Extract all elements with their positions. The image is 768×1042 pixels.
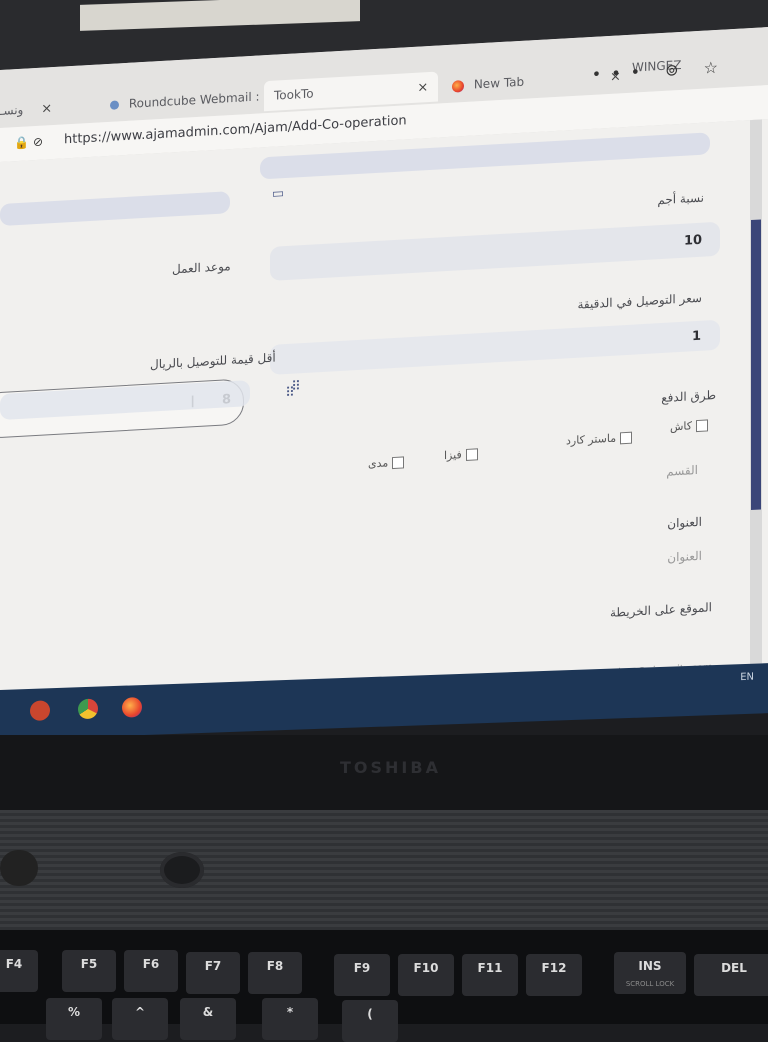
keyboard: F4 F5 F6 F7 F8 F9 F10 F11 F12 INS SCROLL… [0, 930, 768, 1042]
option-label: مدى [368, 456, 389, 471]
option-label: فيزا [444, 448, 462, 463]
commission-value: 10 [684, 232, 703, 249]
option-label: كاش [670, 419, 693, 434]
firefox-icon [452, 79, 464, 93]
keypad-icon[interactable]: ⠿ [286, 377, 306, 398]
price-per-minute-input[interactable] [270, 319, 720, 375]
key-f9: F9 [334, 954, 390, 996]
lock-icon: 🔒⊘ [14, 134, 47, 151]
key-del: DEL [694, 954, 768, 996]
key-paren: ( [342, 1000, 398, 1042]
payment-option-mada[interactable]: مدى [368, 455, 405, 471]
section-select[interactable]: القسم [666, 463, 698, 479]
chrome-icon[interactable] [78, 698, 98, 720]
key-f11: F11 [462, 954, 518, 996]
page-menu-icon[interactable]: ••• [592, 62, 650, 84]
language-indicator[interactable]: EN [740, 672, 754, 683]
key-label: INS [638, 959, 662, 973]
window-glare [80, 0, 360, 31]
bookmark-star-icon[interactable]: ☆ [704, 57, 728, 77]
tab-label: ونسـ [0, 102, 24, 118]
roundcube-favicon-icon [110, 100, 119, 110]
close-icon[interactable]: × [41, 101, 52, 117]
form-page: ▭ نسبة أجم 10 موعد العمل I 8 ⠿ سعر التوص… [0, 119, 768, 740]
key-f8: F8 [248, 952, 302, 994]
option-label: ماستر كارد [566, 431, 617, 448]
key-f5: F5 [62, 950, 116, 992]
key-caret: ^ [112, 998, 168, 1040]
tab-label: TookTo [274, 86, 314, 103]
payment-option-mastercard[interactable]: ماستر كارد [566, 431, 633, 448]
checkbox[interactable] [465, 448, 478, 461]
address-input[interactable]: العنوان [667, 549, 702, 565]
speaker-grille [0, 850, 38, 886]
key-ampersand: & [180, 998, 236, 1040]
checkbox[interactable] [392, 456, 405, 470]
pocket-icon[interactable]: ⊚ [665, 60, 688, 80]
scrollbar-thumb[interactable] [751, 219, 761, 511]
checkbox[interactable] [696, 419, 709, 433]
min-delivery-label: أقل قيمة للتوصيل بالريال [150, 350, 276, 372]
key-asterisk: * [262, 998, 318, 1040]
price-per-minute-label: سعر التوصيل في الدقيقة [577, 290, 702, 312]
close-icon[interactable]: × [417, 80, 428, 96]
calendar-icon[interactable]: ▭ [268, 184, 288, 205]
key-f12: F12 [526, 954, 582, 996]
payment-option-visa[interactable]: فيزا [444, 447, 478, 462]
laptop-deck [0, 810, 768, 930]
price-per-minute-value: 1 [692, 328, 702, 345]
key-percent: % [46, 998, 102, 1040]
tab-label: Roundcube Webmail : [128, 89, 260, 111]
power-button [160, 852, 204, 888]
commission-input[interactable] [270, 221, 720, 281]
key-f10: F10 [398, 954, 454, 996]
key-ins: INS SCROLL LOCK [614, 952, 686, 994]
scrollbar[interactable] [750, 119, 762, 699]
key-f7: F7 [186, 952, 240, 994]
work-hours-label: موعد العمل [172, 259, 231, 277]
payment-option-cash[interactable]: كاش [670, 418, 709, 434]
commission-label: نسبة أجم [657, 190, 704, 208]
browser-window: ونسـ × Roundcube Webmail : × TookTo × Ne… [0, 27, 768, 740]
laptop-brand: TOSHIBA [340, 758, 441, 777]
tab-partial[interactable]: ونسـ × [0, 93, 52, 126]
payment-methods-label: طرق الدفع [661, 387, 716, 406]
tab-label: New Tab [473, 74, 525, 92]
key-f6: F6 [124, 950, 178, 992]
key-sublabel: SCROLL LOCK [625, 980, 675, 988]
key-f4: F4 [0, 950, 38, 992]
checkbox[interactable] [620, 431, 633, 445]
firefox-icon[interactable] [122, 697, 142, 718]
address-label: العنوان [667, 514, 702, 531]
map-location-label: الموقع على الخريطة [610, 600, 712, 620]
field-band [0, 191, 230, 226]
media-player-icon[interactable] [30, 700, 50, 721]
